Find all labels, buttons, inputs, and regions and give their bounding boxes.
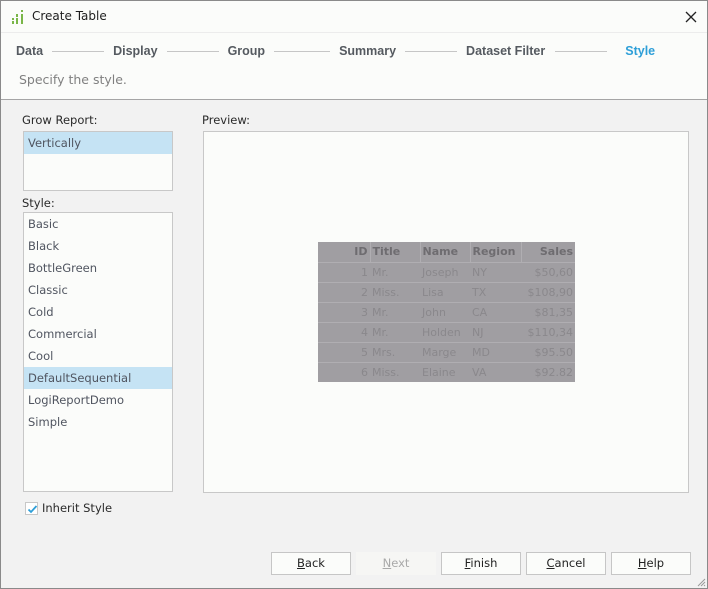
style-label: Style: <box>22 196 55 210</box>
help-mnemonic: H <box>637 556 647 570</box>
close-button[interactable] <box>681 7 701 27</box>
preview-label: Preview: <box>202 113 251 127</box>
cell-name: Joseph <box>420 262 470 283</box>
cell-region: VA <box>472 365 487 379</box>
style-option-bottlegreen[interactable]: BottleGreen <box>24 257 172 279</box>
back-label: ack <box>304 556 325 570</box>
cancel-mnemonic: C <box>546 556 555 570</box>
step-display: Display <box>113 44 158 58</box>
checkbox-box[interactable] <box>25 501 38 515</box>
grow-report-label: Grow Report: <box>22 113 98 127</box>
cell-title: Mrs. <box>370 342 420 363</box>
cancel-label: ancel <box>554 556 586 570</box>
cell-sales: $110,34 <box>521 322 575 343</box>
style-option-commercial[interactable]: Commercial <box>24 323 172 345</box>
cell-region: NY <box>470 262 521 283</box>
preview-row: 5 Mrs. Marge MD $95.50 <box>318 342 575 363</box>
preview-row: 4 Mr. Holden NJ $110,34 <box>318 322 575 343</box>
cell-title: Mr. <box>370 322 420 343</box>
step-description: Specify the style. <box>19 72 127 87</box>
inherit-style-label: Inherit Style <box>42 501 113 515</box>
col-id: ID <box>318 242 371 263</box>
cell-id: 1 <box>318 262 370 283</box>
cell-name: Lisa <box>420 282 470 303</box>
preview-row: 1 Mr. Joseph NY $50,60 <box>318 262 575 283</box>
step-summary: Summary <box>339 44 397 58</box>
preview-row: 2 Miss. Lisa TX $108,90 <box>318 282 575 303</box>
style-option-basic[interactable]: Basic <box>24 213 172 235</box>
grow-report-list[interactable]: Vertically <box>23 131 173 191</box>
cell-name: John <box>420 302 470 323</box>
wizard-steps: Data Display Group Summary Dataset Filte… <box>16 43 655 59</box>
cell-sales: $81,35 <box>521 302 575 323</box>
col-title: Title <box>370 242 421 263</box>
cell-name: Holden <box>420 322 470 343</box>
style-option-black[interactable]: Black <box>24 235 172 257</box>
cell-id: 4 <box>318 322 370 343</box>
style-list[interactable]: Basic Black BottleGreen Classic Cold Com… <box>23 212 173 492</box>
style-option-defaultsequential[interactable]: DefaultSequential <box>24 367 172 389</box>
step-style: Style <box>625 44 656 58</box>
step-group: Group <box>227 44 266 58</box>
cell-sales: $108,90 <box>521 282 575 303</box>
next-mnemonic: N <box>382 556 392 570</box>
preview-row: 6 Miss. Elaine VA $92.82 <box>318 362 575 382</box>
step-connector <box>405 50 458 52</box>
style-option-cold[interactable]: Cold <box>24 301 172 323</box>
close-icon <box>685 11 697 23</box>
create-table-dialog: Create Table Data Display Group Summary … <box>0 0 708 589</box>
cell-sales: $92.82 <box>534 365 574 379</box>
cell-title: Mr. <box>370 262 420 283</box>
help-label: elp <box>646 556 665 570</box>
cell-region: CA <box>470 302 521 323</box>
col-name: Name <box>420 242 471 263</box>
inherit-style-checkbox[interactable]: Inherit Style <box>25 501 112 515</box>
window-title: Create Table <box>32 9 107 23</box>
preview-table: ID Title Name Region Sales 1 Mr. Joseph … <box>318 242 575 382</box>
back-mnemonic: B <box>297 556 305 570</box>
wizard-header: Data Display Group Summary Dataset Filte… <box>1 32 707 100</box>
col-sales: Sales <box>521 242 575 263</box>
cell-id: 5 <box>318 342 370 363</box>
col-region: Region <box>470 242 522 263</box>
cell-sales: $95.50 <box>521 342 575 363</box>
preview-header-row: ID Title Name Region Sales <box>318 242 575 263</box>
cancel-button[interactable]: Cancel <box>526 552 606 575</box>
checkmark-icon <box>27 504 38 513</box>
style-option-logireportdemo[interactable]: LogiReportDemo <box>24 389 172 411</box>
resize-grip-icon[interactable] <box>696 577 706 587</box>
style-option-simple[interactable]: Simple <box>24 411 172 433</box>
cell-region: MD <box>470 342 521 363</box>
preview-row: 3 Mr. John CA $81,35 <box>318 302 575 323</box>
cell-name: Marge <box>420 342 470 363</box>
cell-name: Elaine <box>422 365 456 379</box>
step-connector <box>555 50 608 52</box>
preview-panel: ID Title Name Region Sales 1 Mr. Joseph … <box>203 131 689 493</box>
help-button[interactable]: Help <box>611 552 691 575</box>
step-connector <box>166 50 219 52</box>
cell-id: 2 <box>318 282 370 303</box>
finish-label: inish <box>470 556 498 570</box>
cell-id: 3 <box>318 302 370 323</box>
title-bar: Create Table <box>1 1 707 32</box>
grow-option-vertically[interactable]: Vertically <box>24 132 172 154</box>
finish-button[interactable]: Finish <box>441 552 521 575</box>
cell-id: 6 <box>361 365 368 379</box>
next-label: ext <box>391 556 410 570</box>
cell-region: TX <box>470 282 521 303</box>
step-dataset-filter: Dataset Filter <box>466 44 546 58</box>
cell-title: Miss. <box>372 365 400 379</box>
step-connector <box>52 50 105 52</box>
style-option-classic[interactable]: Classic <box>24 279 172 301</box>
step-connector <box>274 50 331 52</box>
style-option-cool[interactable]: Cool <box>24 345 172 367</box>
step-data: Data <box>16 44 44 58</box>
next-button[interactable]: Next <box>356 552 436 575</box>
app-logo-icon <box>12 10 23 24</box>
cell-title: Miss. <box>370 282 420 303</box>
back-button[interactable]: Back <box>271 552 351 575</box>
cell-title: Mr. <box>370 302 420 323</box>
cell-sales: $50,60 <box>521 262 575 283</box>
cell-region: NJ <box>470 322 521 343</box>
